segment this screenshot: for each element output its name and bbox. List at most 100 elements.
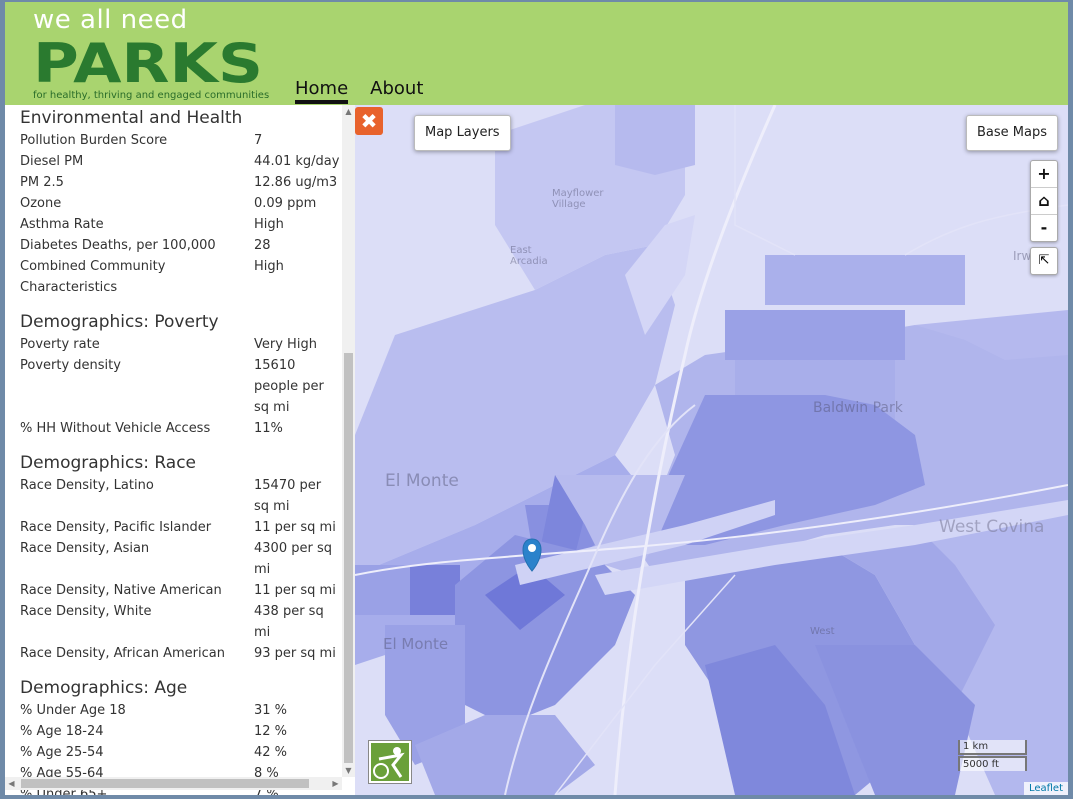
logo-tagline: for healthy, thriving and engaged commun… — [33, 90, 270, 101]
nav-about[interactable]: About — [370, 78, 423, 104]
nav-home[interactable]: Home — [295, 78, 349, 104]
row-label: Race Density, White — [20, 604, 152, 619]
row-value: High — [254, 259, 284, 274]
row-label: Race Density, Pacific Islander — [20, 520, 212, 535]
data-row: % Under Age 18 31 % — [20, 700, 340, 721]
row-label: Combined Community Characteristics — [20, 259, 166, 295]
leaflet-attribution[interactable]: Leaflet — [1023, 782, 1068, 795]
row-value: 44.01 kg/day — [254, 154, 340, 169]
row-label: Poverty rate — [20, 337, 100, 352]
logo-top-text[interactable]: we all need — [33, 5, 188, 35]
map-choropleth — [355, 105, 1068, 795]
vertical-scrollbar[interactable]: ▲ ▼ — [342, 105, 355, 777]
row-label: Poverty density — [20, 358, 121, 373]
data-row: Poverty density 15610 people per sq mi — [20, 355, 340, 418]
row-value: 28 — [254, 238, 271, 253]
parks-app-icon[interactable] — [369, 741, 411, 783]
scroll-down-icon[interactable]: ▼ — [342, 764, 355, 777]
data-row: Poverty rate Very High — [20, 334, 340, 355]
data-row: Ozone 0.09 ppm — [20, 193, 340, 214]
data-row: % Age 18-24 12 % — [20, 721, 340, 742]
row-value: 42 % — [254, 745, 288, 760]
data-row: Combined Community Characteristics High — [20, 256, 340, 298]
row-value: 438 per sq mi — [254, 604, 324, 640]
main-nav: Home About — [295, 78, 423, 104]
row-value: High — [254, 217, 284, 232]
map-label-west-covina: West Covina — [939, 517, 1045, 537]
row-value: 7 — [254, 133, 263, 148]
map-layers-button[interactable]: Map Layers — [414, 115, 511, 151]
data-row: % Age 25-54 42 % — [20, 742, 340, 763]
share-icon[interactable]: ⇱ — [1030, 247, 1058, 275]
row-label: Race Density, Asian — [20, 541, 150, 556]
row-value: 11% — [254, 421, 283, 436]
zoom-out-button[interactable]: - — [1031, 215, 1057, 241]
map-label-el-monte-south: El Monte — [383, 635, 449, 653]
row-value: 12 % — [254, 724, 288, 739]
row-label: % Under Age 18 — [20, 703, 126, 718]
row-label: % Age 18-24 — [20, 724, 104, 739]
row-value: 4300 per sq mi — [254, 541, 332, 577]
data-row: Pollution Burden Score 7 — [20, 130, 340, 151]
row-label: Diabetes Deaths, per 100,000 — [20, 238, 216, 253]
row-label: Race Density, African American — [20, 646, 225, 661]
map-view[interactable]: El Monte El Monte Baldwin Park West Covi… — [355, 105, 1068, 795]
row-label: Asthma Rate — [20, 217, 104, 232]
logo-parks-text: PARKS — [33, 36, 263, 86]
row-value: 31 % — [254, 703, 288, 718]
row-value: 15470 per sq mi — [254, 478, 322, 514]
data-row: Diabetes Deaths, per 100,000 28 — [20, 235, 340, 256]
map-label-mayflower: Mayflower Village — [552, 188, 604, 210]
data-row: Diesel PM 44.01 kg/day — [20, 151, 340, 172]
scroll-left-icon[interactable]: ◀ — [5, 777, 18, 790]
scroll-right-icon[interactable]: ▶ — [329, 777, 342, 790]
map-scale: 1 km 5000 ft — [958, 740, 1027, 771]
horizontal-scrollbar[interactable]: ◀ ▶ — [5, 777, 342, 790]
section-title: Environmental and Health — [20, 108, 243, 128]
row-label: Ozone — [20, 196, 62, 211]
map-label-baldwin-park: Baldwin Park — [813, 400, 903, 416]
row-label: % HH Without Vehicle Access — [20, 421, 211, 436]
scroll-up-icon[interactable]: ▲ — [342, 105, 355, 118]
home-icon[interactable]: ⌂ — [1031, 188, 1057, 215]
row-value: 93 per sq mi — [254, 646, 336, 661]
section-title: Demographics: Race — [20, 453, 196, 473]
data-row: Race Density, Native American 11 per sq m… — [20, 580, 340, 601]
map-label-west: West — [810, 626, 835, 637]
data-row: Asthma Rate High — [20, 214, 340, 235]
row-value: 12.86 ug/m3 — [254, 175, 338, 190]
row-value: 0.09 ppm — [254, 196, 317, 211]
data-row: Race Density, Latino 15470 per sq mi — [20, 475, 340, 517]
row-label: % Age 25-54 — [20, 745, 104, 760]
scroll-thumb[interactable] — [344, 353, 353, 763]
scroll-thumb-horizontal[interactable] — [21, 779, 309, 788]
scale-km: 1 km — [958, 740, 1027, 755]
row-value: 11 per sq mi — [254, 520, 336, 535]
data-row: Race Density, Asian 4300 per sq mi — [20, 538, 340, 580]
row-value: Very High — [254, 337, 317, 352]
row-label: Race Density, Latino — [20, 478, 154, 493]
close-sidebar-button[interactable]: ✖ — [355, 107, 383, 135]
data-row: Race Density, White 438 per sq mi — [20, 601, 340, 643]
map-label-east-arcadia: East Arcadia — [510, 245, 548, 267]
row-value: 15610 people per sq mi — [254, 358, 324, 415]
sidebar-content: Environmental and Health Pollution Burden… — [20, 105, 340, 795]
row-label: PM 2.5 — [20, 175, 64, 190]
parks-logo[interactable]: PARKS — [33, 36, 265, 86]
site-header: we all need PARKS for healthy, thriving … — [5, 2, 1068, 105]
zoom-control: + ⌂ - — [1030, 160, 1058, 242]
data-row: Race Density, African American 93 per sq … — [20, 643, 340, 664]
map-label-el-monte: El Monte — [385, 471, 459, 491]
row-label: Diesel PM — [20, 154, 84, 169]
row-value: 11 per sq mi — [254, 583, 336, 598]
scale-ft: 5000 ft — [958, 756, 1027, 771]
data-row: PM 2.5 12.86 ug/m3 — [20, 172, 340, 193]
section-title: Demographics: Age — [20, 678, 188, 698]
data-row: % HH Without Vehicle Access 11% — [20, 418, 340, 439]
info-sidebar: Environmental and Health Pollution Burden… — [5, 105, 355, 795]
section-title: Demographics: Poverty — [20, 312, 219, 332]
data-row: Race Density, Pacific Islander 11 per sq … — [20, 517, 340, 538]
base-maps-button[interactable]: Base Maps — [966, 115, 1058, 151]
row-label: Pollution Burden Score — [20, 133, 168, 148]
zoom-in-button[interactable]: + — [1031, 161, 1057, 188]
